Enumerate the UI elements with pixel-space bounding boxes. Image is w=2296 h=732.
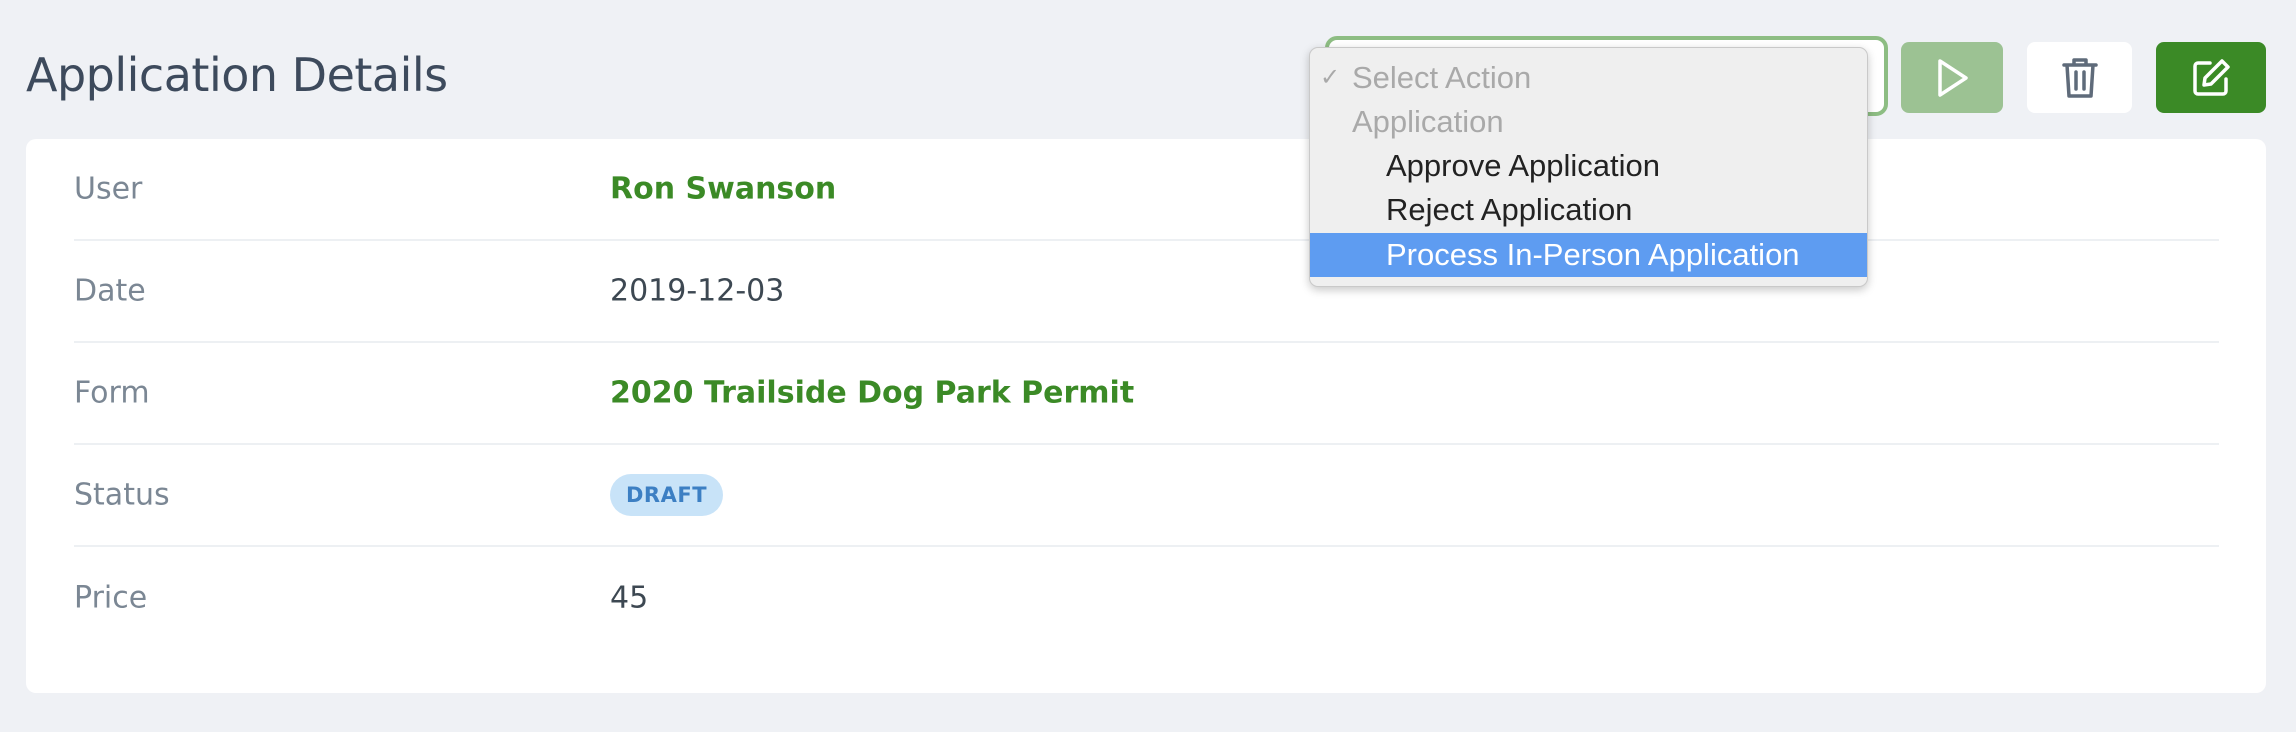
run-action-button[interactable] [1901, 42, 2003, 113]
play-icon [1938, 58, 1968, 97]
form-link[interactable]: 2020 Trailside Dog Park Permit [610, 376, 1134, 411]
edit-button[interactable] [2156, 42, 2266, 113]
details-card: User Ron Swanson Date 2019-12-03 Form 20… [26, 139, 2266, 693]
dropdown-option-select-action[interactable]: ✓ Select Action [1310, 56, 1867, 100]
price-value: 45 [610, 580, 649, 616]
detail-row-form: Form 2020 Trailside Dog Park Permit [74, 343, 2219, 445]
detail-row-price: Price 45 [74, 547, 2219, 649]
date-value: 2019-12-03 [610, 273, 785, 309]
user-link[interactable]: Ron Swanson [610, 172, 836, 207]
status-label: Status [74, 477, 170, 513]
dropdown-group-label: Application [1352, 104, 1504, 139]
detail-row-user: User Ron Swanson [74, 139, 2219, 241]
detail-row-date: Date 2019-12-03 [74, 241, 2219, 343]
dropdown-group-application: Application [1310, 100, 1867, 144]
dropdown-option-label: Reject Application [1386, 192, 1633, 227]
dropdown-option-label: Approve Application [1386, 148, 1661, 183]
edit-icon [2193, 58, 2230, 96]
date-label: Date [74, 273, 146, 309]
dropdown-option-approve[interactable]: Approve Application [1310, 144, 1867, 188]
dropdown-option-reject[interactable]: Reject Application [1310, 188, 1867, 232]
status-badge: DRAFT [610, 474, 724, 516]
action-dropdown-menu: ✓ Select Action Application Approve Appl… [1309, 47, 1868, 287]
dropdown-option-label: Process In-Person Application [1386, 237, 1800, 272]
form-label: Form [74, 375, 150, 411]
trash-icon [2061, 57, 2098, 98]
price-label: Price [74, 580, 148, 616]
dropdown-option-label: Select Action [1352, 60, 1532, 95]
page-title: Application Details [26, 48, 448, 102]
checkmark-icon: ✓ [1320, 64, 1341, 91]
user-label: User [74, 171, 143, 207]
dropdown-option-process-in-person[interactable]: Process In-Person Application [1310, 233, 1867, 277]
delete-button[interactable] [2027, 42, 2132, 113]
detail-row-status: Status DRAFT [74, 445, 2219, 547]
